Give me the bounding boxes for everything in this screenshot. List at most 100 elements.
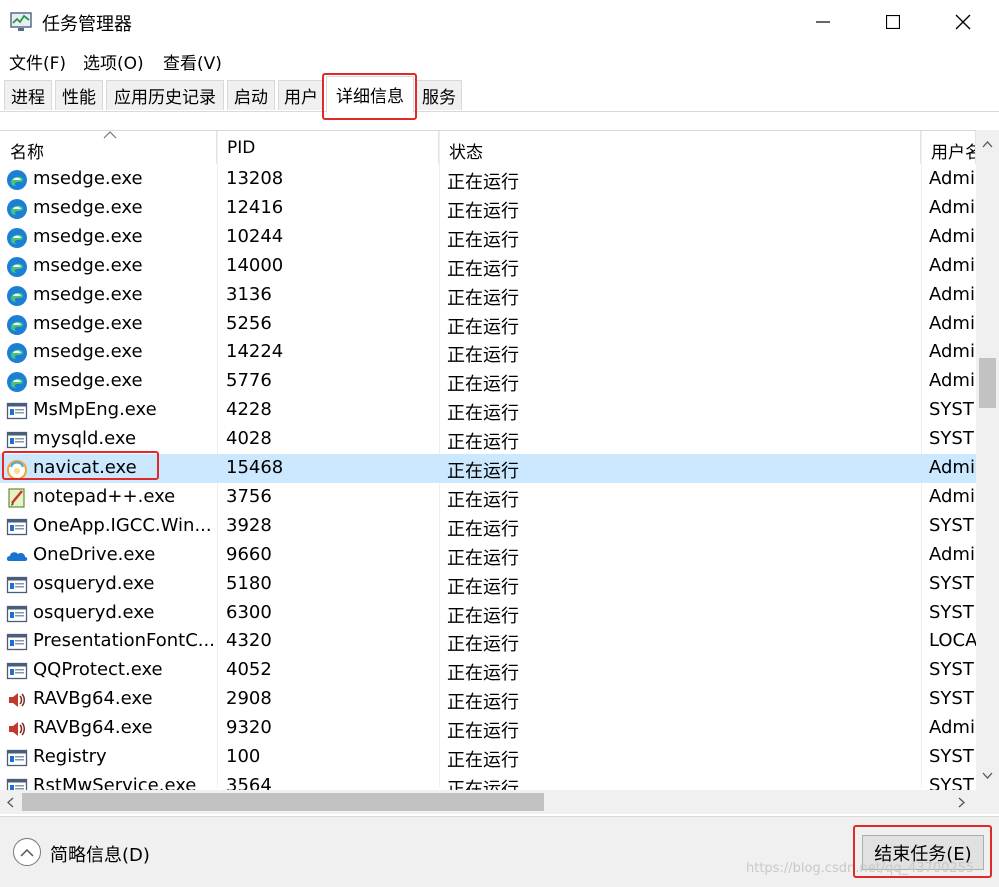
pid-cell: 9320 <box>226 717 272 739</box>
pid-cell: 15468 <box>226 457 284 478</box>
process-name-cell: OneApp.IGCC.Win... <box>33 514 212 536</box>
maximize-icon <box>886 15 900 29</box>
user-cell: SYST <box>929 746 974 767</box>
pid-cell: 5776 <box>226 370 272 392</box>
horizontal-scrollbar[interactable] <box>0 790 976 814</box>
status-cell: 正在运行 <box>447 258 519 280</box>
table-row[interactable]: notepad++.exe 3756 正在运行 Admi <box>0 483 976 512</box>
column-header-name[interactable]: 名称 <box>0 131 217 164</box>
app-window-icon <box>6 429 28 451</box>
brief-info-link[interactable]: 简略信息(D) <box>50 841 150 867</box>
user-cell: Admi <box>929 543 975 565</box>
table-row[interactable]: msedge.exe 3136 正在运行 Admi <box>0 281 976 310</box>
process-name-cell: RAVBg64.exe <box>33 717 153 739</box>
user-cell: Admi <box>929 168 975 189</box>
pid-cell: 4228 <box>226 399 272 421</box>
table-row[interactable]: msedge.exe 13208 正在运行 Admi <box>0 165 976 194</box>
column-header-status[interactable]: 状态 <box>439 131 921 164</box>
details-table: 名称 PID 状态 用户名 msedge.exe13208正在运行Admimse… <box>0 130 999 816</box>
status-cell: 正在运行 <box>447 634 519 656</box>
vertical-scrollbar[interactable] <box>976 130 999 790</box>
status-cell: 正在运行 <box>447 345 519 367</box>
tab-services[interactable]: 服务 <box>416 80 462 110</box>
scroll-down-icon[interactable] <box>982 772 993 780</box>
menu-options[interactable]: 选项(O) <box>83 49 144 74</box>
table-row[interactable]: MsMpEng.exe 4228 正在运行 SYST <box>0 396 976 425</box>
tab-startup[interactable]: 启动 <box>227 80 275 110</box>
column-header-pid[interactable]: PID <box>217 131 439 164</box>
status-cell: 正在运行 <box>447 374 519 396</box>
status-cell: 正在运行 <box>447 721 519 743</box>
process-name-cell: osqueryd.exe <box>33 601 155 623</box>
close-button[interactable] <box>928 0 998 44</box>
brief-info-toggle[interactable] <box>13 838 41 866</box>
table-row[interactable]: Registry 100 正在运行 SYST <box>0 743 976 772</box>
status-cell: 正在运行 <box>447 172 519 193</box>
table-row[interactable]: msedge.exe 14224 正在运行 Admi <box>0 338 976 367</box>
tab-app-history[interactable]: 应用历史记录 <box>106 80 224 110</box>
menu-file[interactable]: 文件(F) <box>9 49 66 74</box>
user-cell: SYST <box>929 688 974 710</box>
table-row[interactable]: osqueryd.exe 6300 正在运行 SYST <box>0 599 976 628</box>
user-cell: Admi <box>929 254 975 276</box>
table-row[interactable]: msedge.exe 5256 正在运行 Admi <box>0 310 976 339</box>
minimize-icon <box>816 21 830 23</box>
tab-performance[interactable]: 性能 <box>55 80 103 110</box>
column-header-user[interactable]: 用户名 <box>921 131 976 164</box>
pid-cell: 4028 <box>226 428 272 450</box>
table-row[interactable]: RAVBg64.exe 2908 正在运行 SYST <box>0 685 976 714</box>
process-name-cell: OneDrive.exe <box>33 543 156 565</box>
table-row[interactable]: msedge.exe 14000 正在运行 Admi <box>0 252 976 281</box>
user-cell: Admi <box>929 312 975 334</box>
maximize-button[interactable] <box>858 0 928 44</box>
pid-cell: 9660 <box>226 543 272 565</box>
process-name-cell: msedge.exe <box>33 370 143 392</box>
menu-bar: 文件(F) 选项(O) 查看(V) <box>0 44 999 74</box>
table-row[interactable]: msedge.exe 5776 正在运行 Admi <box>0 367 976 396</box>
table-row[interactable]: mysqld.exe 4028 正在运行 SYST <box>0 425 976 454</box>
status-cell: 正在运行 <box>447 663 519 685</box>
tab-users[interactable]: 用户 <box>278 80 324 110</box>
status-cell: 正在运行 <box>447 316 519 338</box>
pid-cell: 4320 <box>226 630 272 652</box>
minimize-button[interactable] <box>788 0 858 44</box>
edge-icon <box>6 169 28 191</box>
pid-cell: 14000 <box>226 254 284 276</box>
speaker-icon <box>6 718 28 740</box>
table-row[interactable]: PresentationFontC... 4320 正在运行 LOCA <box>0 627 976 656</box>
user-cell: Admi <box>929 717 975 739</box>
user-cell: Admi <box>929 283 975 305</box>
onedrive-icon <box>6 545 28 567</box>
pid-cell: 100 <box>226 746 261 767</box>
speaker-icon <box>6 689 28 711</box>
scroll-up-icon[interactable] <box>982 140 993 148</box>
vertical-scroll-thumb[interactable] <box>979 358 996 408</box>
pid-cell: 13208 <box>226 168 284 189</box>
process-name-cell: msedge.exe <box>33 168 143 189</box>
horizontal-scroll-thumb[interactable] <box>22 793 544 811</box>
table-row[interactable]: OneDrive.exe 9660 正在运行 Admi <box>0 541 976 570</box>
table-row[interactable]: msedge.exe 12416 正在运行 Admi <box>0 194 976 223</box>
tab-processes[interactable]: 进程 <box>4 80 52 110</box>
table-row[interactable]: osqueryd.exe 5180 正在运行 SYST <box>0 570 976 599</box>
edge-icon <box>6 314 28 336</box>
table-row[interactable]: RAVBg64.exe 9320 正在运行 Admi <box>0 714 976 743</box>
user-cell: Admi <box>929 485 975 507</box>
user-cell: SYST <box>929 399 974 421</box>
table-row[interactable]: QQProtect.exe 4052 正在运行 SYST <box>0 656 976 685</box>
user-cell: SYST <box>929 659 974 681</box>
user-cell: Admi <box>929 196 975 218</box>
process-name-cell: msedge.exe <box>33 196 143 218</box>
table-row[interactable]: navicat.exe 15468 正在运行 Admi <box>0 454 976 483</box>
table-row[interactable]: OneApp.IGCC.Win... 3928 正在运行 SYST <box>0 512 976 541</box>
tab-details[interactable]: 详细信息 <box>326 76 414 112</box>
scroll-left-icon[interactable] <box>6 797 14 808</box>
edge-icon <box>6 256 28 278</box>
scroll-right-icon[interactable] <box>958 797 966 808</box>
table-row[interactable]: msedge.exe 10244 正在运行 Admi <box>0 223 976 252</box>
pid-cell: 5180 <box>226 572 272 594</box>
app-window-icon <box>6 660 28 682</box>
menu-view[interactable]: 查看(V) <box>163 49 222 74</box>
app-window-icon <box>6 603 28 625</box>
app-window-icon <box>6 631 28 653</box>
